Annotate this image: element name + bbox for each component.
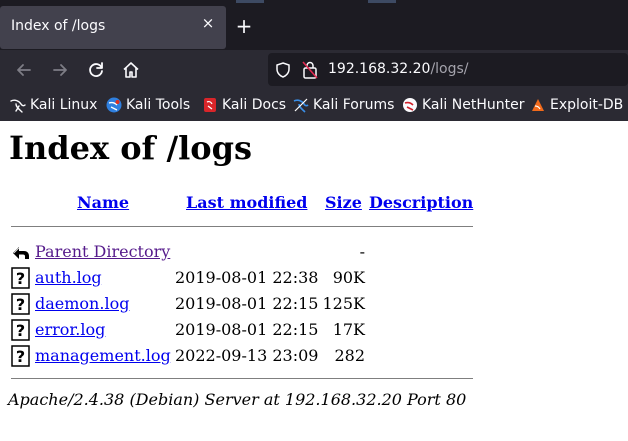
parent-directory-row: Parent Directory -	[11, 240, 473, 262]
back-button[interactable]	[13, 59, 35, 81]
svg-text:?: ?	[16, 347, 25, 366]
kali-forums-icon	[293, 98, 309, 113]
server-signature: Apache/2.4.38 (Debian) Server at 192.168…	[8, 390, 467, 409]
bookmark-kali-linux[interactable]: Kali Linux	[10, 96, 97, 114]
url-text[interactable]: 192.168.32.20/logs/	[328, 61, 469, 77]
file-size: 282	[334, 346, 365, 365]
kali-docs-icon	[204, 98, 216, 112]
unknown-file-icon: ?	[11, 267, 31, 289]
bookmark-label: Kali Forums	[313, 97, 395, 113]
reload-icon	[89, 62, 103, 77]
tab-strip-accent	[236, 0, 264, 3]
browser-tab-strip: Index of /logs × +	[0, 0, 628, 50]
home-icon	[123, 62, 139, 78]
bookmark-kali-tools[interactable]: Kali Tools	[106, 96, 190, 114]
active-tab[interactable]: Index of /logs ×	[0, 6, 226, 49]
column-header-description[interactable]: Description	[369, 193, 473, 212]
sort-by-size-link[interactable]: Size	[325, 193, 362, 212]
file-modified: 2019-08-01 22:15	[175, 320, 319, 339]
back-folder-icon	[11, 241, 31, 263]
file-size: 17K	[332, 320, 365, 339]
forward-button[interactable]	[49, 59, 71, 81]
insecure-lock-icon[interactable]	[301, 60, 319, 84]
home-button[interactable]	[120, 59, 142, 81]
file-modified: 2019-08-01 22:15	[175, 294, 319, 313]
unknown-file-icon: ?	[11, 293, 31, 315]
bookmark-exploit-db[interactable]: Exploit-DB	[530, 96, 623, 114]
file-modified: 2022-09-13 23:09	[175, 346, 319, 365]
sort-by-name-link[interactable]: Name	[77, 193, 129, 212]
file-link[interactable]: management.log	[35, 346, 171, 365]
page-title: Index of /logs	[9, 129, 253, 167]
parent-directory-link[interactable]: Parent Directory	[35, 242, 170, 261]
column-header-size[interactable]: Size	[325, 193, 362, 212]
kali-nethunter-icon	[403, 98, 417, 112]
svg-text:?: ?	[16, 269, 25, 288]
address-bar[interactable]: 192.168.32.20/logs/	[268, 53, 628, 86]
bookmark-kali-forums[interactable]: Kali Forums	[293, 96, 394, 114]
arrow-right-icon	[53, 64, 67, 76]
file-row: ? error.log 2019-08-01 22:15 17K	[11, 318, 473, 341]
new-tab-button[interactable]: +	[234, 16, 254, 36]
kali-dragon-icon	[10, 99, 26, 113]
file-link[interactable]: daemon.log	[35, 294, 129, 313]
column-header-last-modified[interactable]: Last modified	[186, 193, 307, 212]
svg-text:?: ?	[16, 295, 25, 314]
file-link[interactable]: error.log	[35, 320, 105, 339]
sort-by-modified-link[interactable]: Last modified	[186, 193, 307, 212]
tracking-protection-shield-icon[interactable]	[274, 61, 292, 83]
svg-text:?: ?	[16, 321, 25, 340]
header-divider	[11, 226, 473, 227]
file-size: 125K	[322, 294, 366, 313]
footer-divider	[11, 378, 473, 379]
bookmark-label: Kali Tools	[126, 97, 191, 113]
bookmark-kali-docs[interactable]: Kali Docs	[202, 96, 286, 114]
close-tab-icon[interactable]: ×	[200, 15, 216, 31]
file-link[interactable]: auth.log	[35, 268, 102, 287]
bookmark-label: Kali Docs	[222, 97, 287, 113]
column-header-name[interactable]: Name	[77, 193, 129, 212]
unknown-file-icon: ?	[11, 345, 31, 367]
tab-title: Index of /logs	[11, 18, 106, 34]
file-row: ? daemon.log 2019-08-01 22:15 125K	[11, 292, 473, 315]
kali-tools-icon	[106, 97, 122, 113]
sort-by-description-link[interactable]: Description	[369, 193, 473, 212]
file-modified: 2019-08-01 22:38	[175, 268, 319, 287]
file-row: ? management.log 2022-09-13 23:09 282	[11, 344, 473, 367]
page-content: Index of /logs Name Last modified Size D…	[0, 121, 628, 441]
url-path: /logs/	[430, 61, 469, 77]
bookmark-kali-nethunter[interactable]: Kali NetHunter	[402, 96, 524, 114]
unknown-file-icon: ?	[11, 319, 31, 341]
url-host: 192.168.32.20	[328, 61, 431, 77]
exploit-db-icon	[532, 99, 544, 111]
file-size: -	[359, 242, 365, 261]
reload-button[interactable]	[85, 59, 107, 81]
bookmarks-toolbar: Kali Linux Kali Tools Kali Docs Kali For…	[0, 90, 628, 121]
tab-strip-accent	[368, 0, 396, 3]
bookmark-label: Exploit-DB	[550, 97, 624, 113]
bookmark-label: Kali Linux	[30, 97, 98, 113]
arrow-left-icon	[17, 64, 31, 76]
file-row: ? auth.log 2019-08-01 22:38 90K	[11, 266, 473, 289]
file-size: 90K	[332, 268, 365, 287]
bookmark-label: Kali NetHunter	[422, 97, 525, 113]
